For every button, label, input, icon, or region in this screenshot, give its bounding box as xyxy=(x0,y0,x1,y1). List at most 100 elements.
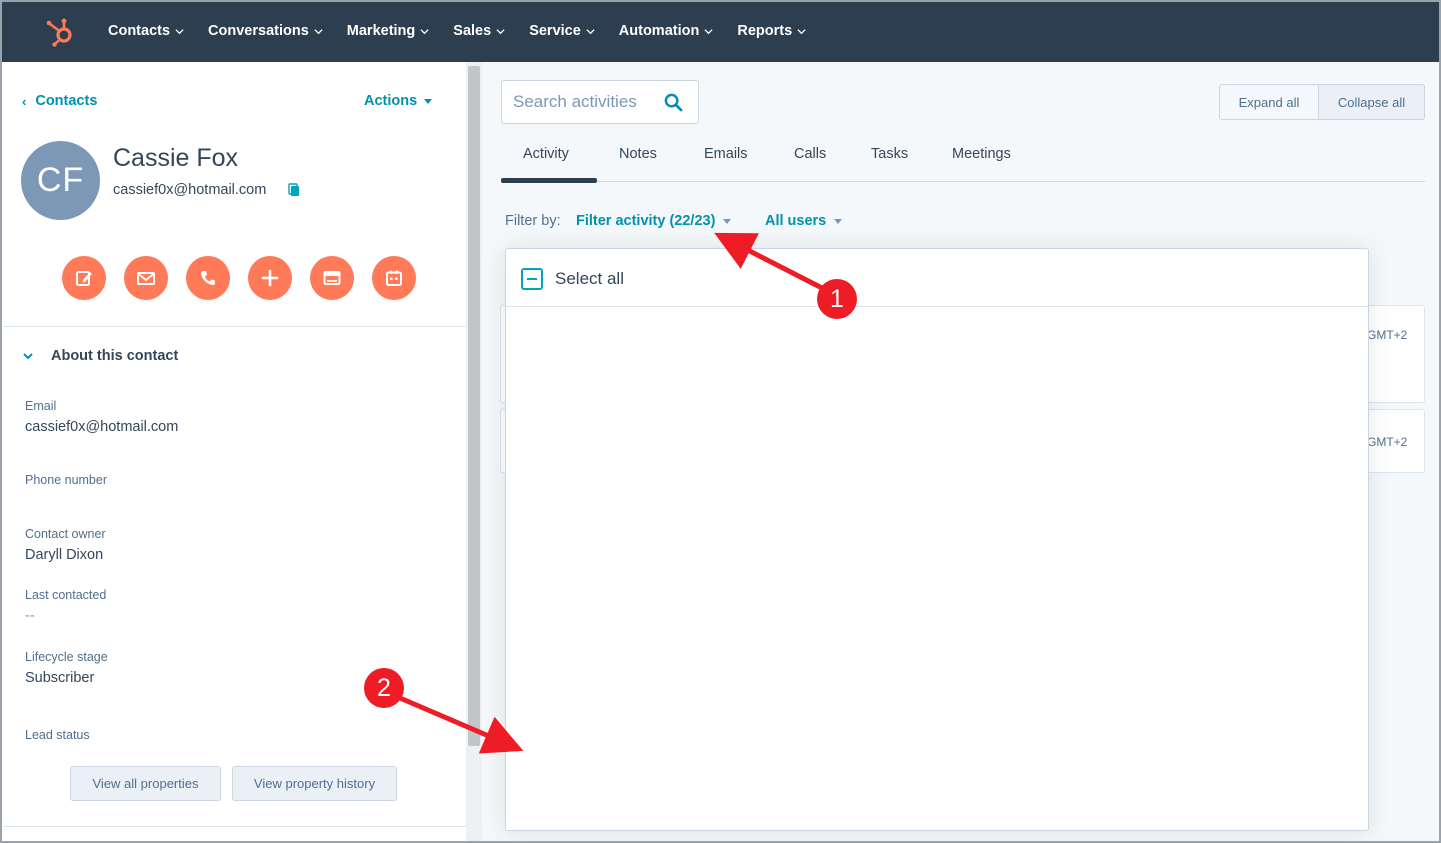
all-users-label: All users xyxy=(765,213,827,229)
email-button[interactable] xyxy=(124,256,168,300)
active-tab-indicator xyxy=(501,178,597,183)
property-label: Phone number xyxy=(25,473,108,487)
task-screen-icon xyxy=(323,271,341,285)
property-value[interactable]: cassief0x@hotmail.com xyxy=(25,419,178,435)
search-activities-input[interactable] xyxy=(513,92,658,112)
nav-label: Conversations xyxy=(208,23,309,39)
chevron-down-icon xyxy=(420,28,429,34)
nav-label: Reports xyxy=(737,23,793,39)
nav-item-service[interactable]: Service xyxy=(529,23,595,39)
nav-item-contacts[interactable]: Contacts xyxy=(108,23,184,39)
log-activity-button[interactable] xyxy=(248,256,292,300)
property-lifecycle-stage: Lifecycle stage Subscriber xyxy=(25,650,108,686)
tab-notes[interactable]: Notes xyxy=(619,146,657,162)
filter-by-label: Filter by: xyxy=(505,213,561,229)
note-button[interactable] xyxy=(62,256,106,300)
nav-label: Service xyxy=(529,23,581,39)
scrollbar-thumb[interactable] xyxy=(468,66,480,746)
nav-item-reports[interactable]: Reports xyxy=(737,23,806,39)
calendar-icon xyxy=(386,270,402,286)
about-contact-toggle[interactable]: About this contact xyxy=(22,348,178,364)
nav-item-conversations[interactable]: Conversations xyxy=(208,23,323,39)
expand-all-button[interactable]: Expand all xyxy=(1219,84,1319,120)
contact-email: cassief0x@hotmail.com xyxy=(113,182,267,198)
collapse-all-button[interactable]: Collapse all xyxy=(1319,84,1425,120)
actions-label: Actions xyxy=(364,93,418,109)
chevron-down-icon xyxy=(23,353,33,360)
search-icon[interactable] xyxy=(664,93,683,112)
property-phone: Phone number xyxy=(25,473,107,493)
caret-down-icon xyxy=(723,218,732,224)
back-to-contacts-link[interactable]: ‹ Contacts xyxy=(22,93,97,109)
nav-item-automation[interactable]: Automation xyxy=(619,23,714,39)
plus-icon xyxy=(261,269,279,287)
property-label: Contact owner xyxy=(25,527,106,541)
search-activities-box xyxy=(501,80,699,124)
tab-tasks[interactable]: Tasks xyxy=(871,146,908,162)
filter-activity-label: Filter activity (22/23) xyxy=(576,213,716,229)
avatar-initials: CF xyxy=(36,161,85,199)
edit-note-icon xyxy=(76,271,92,286)
property-label: Lifecycle stage xyxy=(25,650,108,664)
tab-activity[interactable]: Activity xyxy=(523,146,569,162)
nav-label: Sales xyxy=(453,23,492,39)
chevron-down-icon xyxy=(175,28,184,34)
nav-label: Automation xyxy=(618,23,700,39)
task-button[interactable] xyxy=(310,256,354,300)
about-contact-label: About this contact xyxy=(51,348,179,364)
property-value: -- xyxy=(25,608,35,624)
caret-down-icon xyxy=(424,98,433,104)
avatar[interactable]: CF xyxy=(21,141,100,220)
divider xyxy=(3,326,466,327)
expand-collapse-group: Expand all Collapse all xyxy=(1219,84,1425,120)
hubspot-logo-icon[interactable] xyxy=(44,16,76,48)
contact-name: Cassie Fox xyxy=(113,144,239,172)
chevron-left-icon: ‹ xyxy=(22,93,27,109)
meeting-button[interactable] xyxy=(372,256,416,300)
timezone-label: GMT+2 xyxy=(1367,328,1408,342)
chevron-down-icon xyxy=(314,28,323,34)
property-value[interactable]: Subscriber xyxy=(25,670,108,686)
view-all-properties-button[interactable]: View all properties xyxy=(70,766,221,801)
annotation-badge-2: 2 xyxy=(364,668,404,708)
top-navigation: Contacts Conversations Marketing Sales S… xyxy=(0,0,1441,62)
all-users-dropdown[interactable]: All users xyxy=(765,213,843,229)
divider xyxy=(506,306,1368,307)
select-all-label[interactable]: Select all xyxy=(555,269,624,289)
filter-activity-panel: Select all xyxy=(505,248,1369,831)
chevron-down-icon xyxy=(496,28,505,34)
property-label: Lead status xyxy=(25,728,90,742)
phone-icon xyxy=(201,271,215,285)
property-last-contacted: Last contacted -- xyxy=(25,588,106,624)
property-lead-status: Lead status xyxy=(25,728,90,748)
tab-calls[interactable]: Calls xyxy=(794,146,826,162)
nav-item-sales[interactable]: Sales xyxy=(453,23,505,39)
chevron-down-icon xyxy=(797,28,806,34)
back-link-label: Contacts xyxy=(35,93,98,109)
chevron-down-icon xyxy=(704,28,713,34)
activity-tabs: Activity Notes Emails Calls Tasks Meetin… xyxy=(501,130,1425,182)
envelope-icon xyxy=(137,272,155,285)
property-label: Last contacted xyxy=(25,588,107,602)
property-value[interactable]: Daryll Dixon xyxy=(25,547,106,563)
tab-emails[interactable]: Emails xyxy=(704,146,748,162)
property-label: Email xyxy=(25,399,57,413)
nav-label: Marketing xyxy=(346,23,416,39)
tab-meetings[interactable]: Meetings xyxy=(952,146,1011,162)
timezone-label: GMT+2 xyxy=(1367,435,1408,449)
actions-dropdown[interactable]: Actions xyxy=(364,93,433,109)
nav-label: Contacts xyxy=(108,23,171,39)
call-button[interactable] xyxy=(186,256,230,300)
chevron-down-icon xyxy=(586,28,595,34)
contact-action-buttons xyxy=(62,256,434,300)
copy-icon[interactable] xyxy=(288,183,300,197)
nav-item-marketing[interactable]: Marketing xyxy=(347,23,430,39)
view-property-history-button[interactable]: View property history xyxy=(232,766,397,801)
annotation-badge-1: 1 xyxy=(817,279,857,319)
divider xyxy=(3,826,466,827)
select-all-checkbox[interactable] xyxy=(521,268,543,290)
property-contact-owner: Contact owner Daryll Dixon xyxy=(25,527,106,563)
nav-menu: Contacts Conversations Marketing Sales S… xyxy=(108,0,830,62)
caret-down-icon xyxy=(834,218,843,224)
filter-activity-dropdown[interactable]: Filter activity (22/23) xyxy=(576,213,732,229)
